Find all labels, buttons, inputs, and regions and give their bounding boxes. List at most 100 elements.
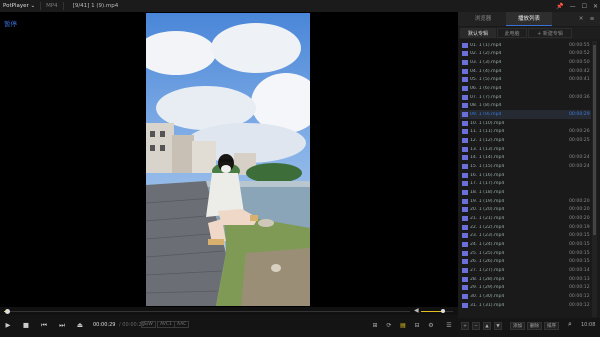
move-down-button[interactable]: ▼: [494, 322, 502, 330]
video-codec-badge[interactable]: AVC1: [157, 321, 175, 328]
playlist-item[interactable]: 06. 1 (6).mp4: [460, 84, 591, 93]
add-item-button[interactable]: +: [461, 322, 469, 330]
minimize-icon[interactable]: —: [570, 3, 576, 10]
menu-icon[interactable]: ☰: [444, 320, 454, 330]
playlist-item[interactable]: 30. 1 (30).mp4 00:00:12: [460, 292, 591, 301]
playlist-item[interactable]: 20. 1 (20).mp4 00:00:20: [460, 206, 591, 215]
delete-button[interactable]: 删除: [527, 322, 542, 330]
playlist-item[interactable]: 05. 1 (5).mp4 00:00:41: [460, 76, 591, 85]
video-file-icon: [462, 138, 468, 144]
tab-default-album[interactable]: 默认专辑: [460, 28, 496, 38]
playlist-item[interactable]: 31. 1 (31).mp4 00:00:12: [460, 301, 591, 310]
seek-bar[interactable]: [4, 311, 410, 312]
next-button[interactable]: ⏭: [56, 319, 68, 331]
window-title: [9/41] 1 (9).mp4: [72, 3, 119, 9]
playlist-item[interactable]: 10. 1 (10).mp4: [460, 119, 591, 128]
repeat-icon[interactable]: ⟳: [384, 320, 394, 330]
playlist-item[interactable]: 07. 1 (7).mp4 00:00:36: [460, 93, 591, 102]
video-file-icon: [462, 164, 468, 170]
screen-icon[interactable]: ⊞: [370, 320, 380, 330]
playlist-item[interactable]: 27. 1 (27).mp4 00:00:14: [460, 266, 591, 275]
close-icon[interactable]: ✕: [593, 3, 598, 10]
search-icon[interactable]: ⌕: [568, 320, 578, 329]
move-up-button[interactable]: ▲: [483, 322, 491, 330]
app-menu[interactable]: PotPlayer ⌄: [0, 3, 35, 9]
playlist-item[interactable]: 21. 1 (21).mp4 00:00:20: [460, 214, 591, 223]
playlist-item[interactable]: 03. 1 (3).mp4 00:00:50: [460, 58, 591, 67]
playlist-toggle-icon[interactable]: ⊟: [412, 320, 422, 330]
playlist-item-duration: 00:00:14: [569, 267, 590, 273]
pin-icon[interactable]: 📌: [556, 3, 563, 10]
playlist-item[interactable]: 12. 1 (12).mp4 00:00:25: [460, 136, 591, 145]
playlist-item-name: 01. 1 (1).mp4: [470, 42, 502, 48]
video-file-icon: [462, 51, 468, 57]
playlist-item[interactable]: 23. 1 (23).mp4 00:00:15: [460, 232, 591, 241]
playlist-item-name: 23. 1 (23).mp4: [470, 233, 505, 239]
playlist-item[interactable]: 02. 1 (2).mp4 00:00:52: [460, 50, 591, 59]
add-button[interactable]: 添加: [510, 322, 525, 330]
playlist-item-duration: 00:00:20: [569, 198, 590, 204]
playlist-item-name: 20. 1 (20).mp4: [470, 207, 505, 213]
playlist-item[interactable]: 28. 1 (28).mp4 00:00:13: [460, 275, 591, 284]
playlist-item-name: 09. 1 (9).mp4: [470, 112, 502, 118]
playlist-item[interactable]: 08. 1 (8).mp4: [460, 102, 591, 111]
playlist-item[interactable]: 11. 1 (11).mp4 00:00:26: [460, 128, 591, 137]
playlist-item-duration: 00:00:24: [569, 164, 590, 170]
remove-item-button[interactable]: −: [472, 322, 480, 330]
playlist-item-duration: 00:00:15: [569, 259, 590, 265]
tab-playlist[interactable]: 播放列表: [506, 12, 552, 26]
play-button[interactable]: ▶: [2, 319, 14, 331]
playlist-item-name: 18. 1 (18).mp4: [470, 190, 505, 196]
maximize-icon[interactable]: ☐: [582, 3, 587, 10]
playlist-item[interactable]: 18. 1 (18).mp4: [460, 188, 591, 197]
playlist-item[interactable]: 26. 1 (26).mp4 00:00:15: [460, 258, 591, 267]
playlist-item-duration: 00:00:26: [569, 129, 590, 135]
sw-badge[interactable]: S/W: [141, 321, 156, 328]
tab-browser[interactable]: 浏览器: [460, 12, 506, 26]
video-file-icon: [462, 77, 468, 83]
playlist-item[interactable]: 19. 1 (19).mp4 00:00:20: [460, 197, 591, 206]
new-album-button[interactable]: + 新建专辑: [528, 28, 572, 38]
panel-close-icon[interactable]: ✕: [577, 12, 585, 26]
playlist-item[interactable]: 15. 1 (15).mp4 00:00:24: [460, 162, 591, 171]
panel-menu-icon[interactable]: ≡: [588, 12, 596, 26]
subtitle-icon[interactable]: ▤: [398, 320, 408, 330]
playlist-item[interactable]: 09. 1 (9).mp4 00:00:29: [460, 110, 591, 119]
playlist-count: 10:08: [581, 322, 596, 328]
video-file-icon: [462, 259, 468, 265]
previous-button[interactable]: ⏮: [38, 319, 50, 331]
sort-button[interactable]: 排序: [544, 322, 559, 330]
divider: [62, 2, 64, 10]
playlist-item-duration: 00:00:24: [569, 155, 590, 161]
playlist-item[interactable]: 22. 1 (22).mp4 00:00:19: [460, 223, 591, 232]
playlist-item[interactable]: 16. 1 (16).mp4: [460, 171, 591, 180]
playlist-item-name: 25. 1 (25).mp4: [470, 250, 505, 256]
open-file-button[interactable]: ⏏: [74, 319, 86, 331]
video-file-icon: [462, 146, 468, 152]
playlist-item[interactable]: 04. 1 (4).mp4 00:00:42: [460, 67, 591, 76]
playlist-item[interactable]: 17. 1 (17).mp4: [460, 180, 591, 189]
playlist-item[interactable]: 01. 1 (1).mp4 00:00:55: [460, 41, 591, 50]
video-file-icon: [462, 198, 468, 204]
playlist-item-duration: 00:00:13: [569, 276, 590, 282]
playlist-item[interactable]: 29. 1 (29).mp4 00:00:12: [460, 283, 591, 292]
video-frame[interactable]: [146, 13, 310, 306]
window-buttons: 📌 — ☐ ✕: [556, 0, 598, 12]
stop-button[interactable]: ■: [20, 319, 32, 331]
seek-handle[interactable]: [4, 309, 10, 314]
volume-icon[interactable]: ◀: [414, 307, 419, 314]
playlist-item-name: 27. 1 (27).mp4: [470, 267, 505, 273]
playlist-item[interactable]: 25. 1 (25).mp4 00:00:15: [460, 249, 591, 258]
playlist-item-name: 19. 1 (19).mp4: [470, 198, 505, 204]
playlist-item[interactable]: 14. 1 (14).mp4 00:00:24: [460, 154, 591, 163]
video-file-icon: [462, 242, 468, 247]
tab-this-pc[interactable]: 此电脑: [497, 28, 527, 38]
playlist-item-name: 22. 1 (22).mp4: [470, 224, 505, 230]
playlist-item[interactable]: 13. 1 (13).mp4: [460, 145, 591, 154]
playlist-item[interactable]: 24. 1 (24).mp4 00:00:15: [460, 240, 591, 249]
title-bar: PotPlayer ⌄ MP4 [9/41] 1 (9).mp4: [0, 0, 600, 12]
audio-codec-badge[interactable]: AAC: [174, 321, 190, 328]
playlist-item-duration: 00:00:29: [569, 112, 590, 118]
playlist-scrollbar-thumb[interactable]: [593, 45, 596, 235]
settings-icon[interactable]: ⚙: [426, 320, 436, 330]
